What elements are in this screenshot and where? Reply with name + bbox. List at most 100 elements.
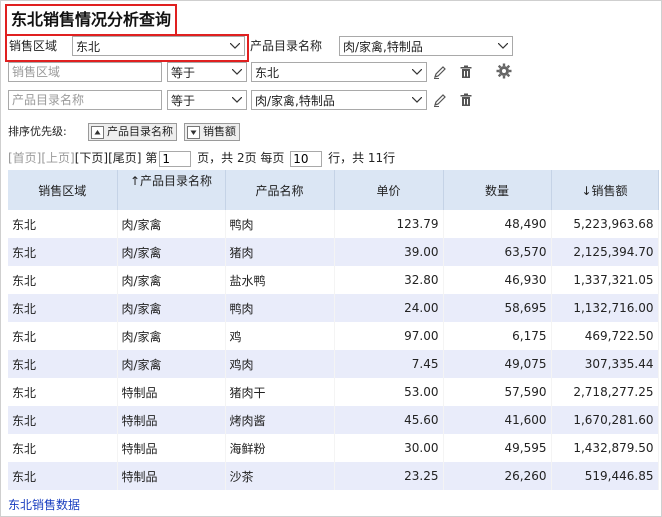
region-select-value: 东北 xyxy=(76,40,101,54)
condition-value-select[interactable]: 东北 xyxy=(251,62,427,82)
chevron-down-icon xyxy=(498,43,508,49)
sort-item-label: 产品目录名称 xyxy=(107,125,173,138)
table-cell: 肉/家禽 xyxy=(117,210,226,238)
sort-item-sales[interactable]: 销售额 xyxy=(184,123,240,141)
table-cell: 肉/家禽 xyxy=(117,350,226,378)
table-cell: 东北 xyxy=(8,322,118,350)
chevron-down-icon xyxy=(230,43,240,49)
chevron-down-icon xyxy=(232,97,242,103)
chevron-down-icon xyxy=(412,69,422,75)
table-cell: 53.00 xyxy=(334,378,444,406)
pager-prev-link[interactable]: [上页] xyxy=(41,151,74,165)
table-cell: 鸡肉 xyxy=(225,350,335,378)
table-cell: 58,695 xyxy=(443,294,552,322)
operator-value: 等于 xyxy=(171,94,196,108)
chevron-down-icon xyxy=(412,97,422,103)
table-row: 东北 特制品 烤肉酱 45.60 41,600 1,670,281.60 xyxy=(8,406,659,434)
column-header-price[interactable]: 单价 xyxy=(334,170,444,210)
region-label: 销售区域 xyxy=(9,39,58,53)
table-cell: 特制品 xyxy=(117,406,226,434)
table-cell: 东北 xyxy=(8,350,118,378)
table-cell: 5,223,963.68 xyxy=(551,210,659,238)
region-select[interactable]: 东北 xyxy=(72,36,245,56)
column-header-product[interactable]: 产品名称 xyxy=(225,170,335,210)
pager-first-link[interactable]: [首页] xyxy=(8,151,41,165)
table-cell: 东北 xyxy=(8,462,118,490)
column-header-sales[interactable]: ↓销售额 xyxy=(551,170,659,210)
table-row: 东北 特制品 海鲜粉 30.00 49,595 1,432,879.50 xyxy=(8,434,659,462)
table-cell: 特制品 xyxy=(117,378,226,406)
sort-asc-icon xyxy=(91,126,104,139)
table-row: 东北 肉/家禽鸡 97.00 6,175 469,722.50 xyxy=(8,322,659,350)
table-cell: 鸭肉 xyxy=(225,210,335,238)
gear-icon[interactable] xyxy=(496,63,512,79)
table-cell: 2,125,394.70 xyxy=(551,238,659,266)
table-row: 东北 特制品 沙茶 23.25 26,260 519,446.85 xyxy=(8,462,659,490)
table-cell: 46,930 xyxy=(443,266,552,294)
table-cell: 烤肉酱 xyxy=(225,406,335,434)
pager-size-input[interactable] xyxy=(290,150,323,167)
footer-link[interactable]: 东北销售数据 xyxy=(8,497,80,513)
table-cell: 97.00 xyxy=(334,322,444,350)
table-cell: 45.60 xyxy=(334,406,444,434)
table-cell: 特制品 xyxy=(117,434,226,462)
table-cell: 肉/家禽 xyxy=(117,266,226,294)
column-header-quantity[interactable]: 数量 xyxy=(443,170,552,210)
edit-icon[interactable] xyxy=(432,64,448,80)
page-title: 东北销售情况分析查询 xyxy=(5,4,178,36)
table-cell: 6,175 xyxy=(443,322,552,350)
table-cell: 肉/家禽 xyxy=(117,238,226,266)
table-cell: 猪肉 xyxy=(225,238,335,266)
trash-icon[interactable] xyxy=(458,92,474,108)
table-cell: 41,600 xyxy=(443,406,552,434)
table-cell: 307,335.44 xyxy=(551,350,659,378)
table-cell: 1,670,281.60 xyxy=(551,406,659,434)
table-cell: 东北 xyxy=(8,294,118,322)
edit-icon[interactable] xyxy=(432,92,448,108)
region-filter-highlight: 销售区域 东北 xyxy=(5,34,249,62)
table-cell: 盐水鸭 xyxy=(225,266,335,294)
table-cell: 东北 xyxy=(8,238,118,266)
sort-label: 排序优先级: xyxy=(8,125,67,138)
table-cell: 东北 xyxy=(8,434,118,462)
table-cell: 30.00 xyxy=(334,434,444,462)
catalog-select[interactable]: 肉/家禽,特制品 xyxy=(339,36,513,56)
table-row: 东北 肉/家禽 鸭肉 24.00 58,695 1,132,716.00 xyxy=(8,294,659,322)
condition-value: 东北 xyxy=(255,66,280,80)
column-header-catalog[interactable]: ↑产品目录名称 xyxy=(117,170,226,210)
table-cell: 鸡 xyxy=(225,322,335,350)
table-cell: 123.79 xyxy=(334,210,444,238)
table-cell: 49,075 xyxy=(443,350,552,378)
trash-icon[interactable] xyxy=(458,64,474,80)
table-cell: 肉/家禽 xyxy=(117,294,226,322)
table-header-row: 销售区域 ↑产品目录名称 产品名称 单价 数量 ↓销售额 xyxy=(8,170,659,210)
pager-page-input[interactable] xyxy=(159,150,192,167)
table-cell: 57,590 xyxy=(443,378,552,406)
pager-rows-text: 行，共 11行 xyxy=(328,151,396,165)
table-cell: 7.45 xyxy=(334,350,444,378)
table-row: 东北 肉/家禽 盐水鸭 32.80 46,930 1,337,321.05 xyxy=(8,266,659,294)
table-cell: 519,446.85 xyxy=(551,462,659,490)
catalog-select-value: 肉/家禽,特制品 xyxy=(343,40,423,54)
condition-operator-select[interactable]: 等于 xyxy=(167,90,247,110)
pager-last-link[interactable]: [尾页] xyxy=(108,151,141,165)
condition-field-input[interactable]: 销售区域 xyxy=(8,62,162,82)
table-cell: 海鲜粉 xyxy=(225,434,335,462)
table-cell: 26,260 xyxy=(443,462,552,490)
pager-next-link[interactable]: [下页] xyxy=(75,151,108,165)
pager: [首页][上页][下页][尾页] 第 页，共 2页 每页 行，共 11行 xyxy=(8,149,395,167)
sales-table: 销售区域 ↑产品目录名称 产品名称 单价 数量 ↓销售额 东北 肉/家禽 鸭肉 123… xyxy=(8,170,659,490)
table-row: 东北 特制品 猪肉干 53.00 57,590 2,718,277.25 xyxy=(8,378,659,406)
condition-operator-select[interactable]: 等于 xyxy=(167,62,247,82)
column-header-region[interactable]: 销售区域 xyxy=(8,170,118,210)
table-cell: 沙茶 xyxy=(225,462,335,490)
table-cell: 32.80 xyxy=(334,266,444,294)
table-cell: 469,722.50 xyxy=(551,322,659,350)
table-cell: 1,132,716.00 xyxy=(551,294,659,322)
table-cell: 24.00 xyxy=(334,294,444,322)
sort-item-catalog[interactable]: 产品目录名称 xyxy=(88,123,177,141)
table-cell: 39.00 xyxy=(334,238,444,266)
condition-value-select[interactable]: 肉/家禽,特制品 xyxy=(251,90,427,110)
table-cell: 鸭肉 xyxy=(225,294,335,322)
condition-field-input[interactable]: 产品目录名称 xyxy=(8,90,162,110)
